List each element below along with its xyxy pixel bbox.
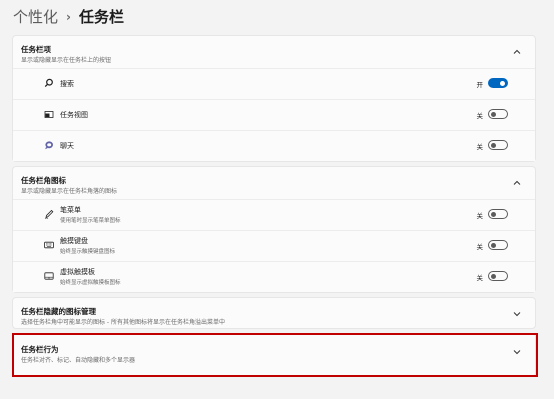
setting-row-virtual-touchpad: 虚拟触摸板 始终显示虚拟触摸板图标 关 <box>13 261 535 292</box>
setting-description: 使用笔时显示笔菜单图标 <box>60 218 121 224</box>
touchpad-icon <box>44 272 54 280</box>
toggle-knob <box>500 81 505 86</box>
toggle-knob <box>491 143 496 148</box>
toggle-state-label: 关 <box>476 143 484 151</box>
taskbar-items-header[interactable]: 任务栏项 显示或隐藏显示在任务栏上的按钮 <box>13 36 535 68</box>
setting-label: 任务视图 <box>60 111 88 119</box>
section-title: 任务栏隐藏的图标管理 <box>21 307 96 316</box>
toggle-state-label: 关 <box>476 212 484 220</box>
chevron-down-icon[interactable] <box>513 348 521 356</box>
chat-icon <box>45 141 53 150</box>
section-title: 任务栏项 <box>21 45 51 54</box>
section-title: 任务栏行为 <box>21 345 59 354</box>
taskbar-behaviors-section[interactable]: 任务栏行为 任务栏对齐、标记、自动隐藏和多个显示器 <box>12 333 536 377</box>
page-title: 任务栏 <box>78 8 124 26</box>
breadcrumb: 个性化 › 任务栏 <box>13 6 124 27</box>
setting-label: 触摸键盘 <box>60 237 88 245</box>
setting-row-touch-keyboard: 触摸键盘 始终显示触摸键盘图标 关 <box>13 230 535 261</box>
virtual-touchpad-toggle[interactable] <box>488 271 508 281</box>
setting-row-pen-menu: 笔菜单 使用笔时显示笔菜单图标 关 <box>13 199 535 230</box>
chat-toggle[interactable] <box>488 140 508 150</box>
breadcrumb-parent[interactable]: 个性化 <box>13 6 58 27</box>
chevron-up-icon[interactable] <box>513 48 521 56</box>
section-subtitle: 显示或隐藏显示在任务栏角落的图标 <box>21 188 118 195</box>
taskbar-items-section: 任务栏项 显示或隐藏显示在任务栏上的按钮 搜索 开 任务视图 关 聊天 关 <box>12 35 536 162</box>
toggle-state-label: 关 <box>476 274 484 282</box>
chevron-down-icon[interactable] <box>513 310 521 318</box>
corner-icons-header[interactable]: 任务栏角图标 显示或隐藏显示在任务栏角落的图标 <box>13 167 535 199</box>
toggle-knob <box>491 112 496 117</box>
setting-label: 笔菜单 <box>60 206 81 214</box>
breadcrumb-separator: › <box>66 9 71 24</box>
setting-label: 虚拟触摸板 <box>60 268 95 276</box>
setting-label: 搜索 <box>60 80 74 88</box>
section-subtitle: 任务栏对齐、标记、自动隐藏和多个显示器 <box>21 357 136 364</box>
toggle-knob <box>491 212 496 217</box>
search-icon <box>44 78 53 88</box>
section-subtitle: 显示或隐藏显示在任务栏上的按钮 <box>21 57 112 64</box>
toggle-state-label: 关 <box>476 112 484 120</box>
hidden-icons-section[interactable]: 任务栏隐藏的图标管理 选择任务栏角中可能显示的图标 - 所有其他图标将显示在任务… <box>12 297 536 329</box>
setting-description: 始终显示虚拟触摸板图标 <box>60 280 121 286</box>
search-toggle[interactable] <box>488 78 508 88</box>
hidden-icons-header[interactable]: 任务栏隐藏的图标管理 选择任务栏角中可能显示的图标 - 所有其他图标将显示在任务… <box>13 298 535 330</box>
setting-row-task-view: 任务视图 关 <box>13 99 535 130</box>
toggle-knob <box>491 243 496 248</box>
corner-icons-section: 任务栏角图标 显示或隐藏显示在任务栏角落的图标 笔菜单 使用笔时显示笔菜单图标 … <box>12 166 536 293</box>
setting-description: 始终显示触摸键盘图标 <box>60 249 116 255</box>
setting-label: 聊天 <box>60 142 74 150</box>
touch-keyboard-toggle[interactable] <box>488 240 508 250</box>
setting-row-search: 搜索 开 <box>13 68 535 99</box>
toggle-state-label: 关 <box>476 243 484 251</box>
chevron-up-icon[interactable] <box>513 179 521 187</box>
setting-row-chat: 聊天 关 <box>13 130 535 161</box>
keyboard-icon <box>44 241 54 249</box>
task-view-toggle[interactable] <box>488 109 508 119</box>
toggle-knob <box>491 274 496 279</box>
section-subtitle: 选择任务栏角中可能显示的图标 - 所有其他图标将显示在任务栏角溢出菜单中 <box>21 319 225 326</box>
pen-icon <box>44 209 54 219</box>
pen-menu-toggle[interactable] <box>488 209 508 219</box>
task-view-icon <box>44 111 54 118</box>
taskbar-behaviors-header[interactable]: 任务栏行为 任务栏对齐、标记、自动隐藏和多个显示器 <box>13 334 535 378</box>
section-title: 任务栏角图标 <box>21 176 66 185</box>
toggle-state-label: 开 <box>476 81 484 89</box>
